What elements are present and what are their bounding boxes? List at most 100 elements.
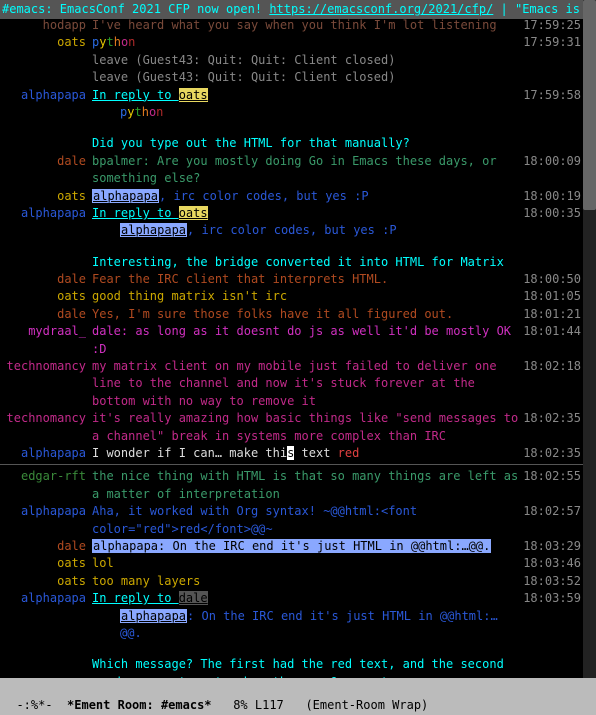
- timestamp: 17:59:58: [523, 87, 583, 104]
- nick-technomancy: technomancy: [7, 411, 86, 425]
- timestamp: 18:01:21: [523, 306, 583, 323]
- timestamp: 18:03:46: [523, 555, 583, 572]
- in-reply-to-link[interactable]: In reply to: [92, 206, 179, 220]
- nick-edgar-rft: edgar-rft: [21, 469, 86, 483]
- message-row: alphapapa Aha, it worked with Org syntax!…: [0, 503, 583, 538]
- timestamp: 18:03:52: [523, 573, 583, 590]
- nick-alphapapa: alphapapa: [21, 504, 86, 518]
- mode-line: -:%*- *Ement Room: #emacs* 8% L117 (Emen…: [0, 678, 596, 715]
- message-body: Fear the IRC client that interprets HTML…: [92, 271, 523, 288]
- nick-column: oats: [0, 188, 92, 205]
- nick-column: oats: [0, 555, 92, 572]
- nick-column: dale: [0, 538, 92, 555]
- reply-target-nick[interactable]: oats: [179, 88, 208, 102]
- nick-hodapp: hodapp: [43, 18, 86, 32]
- scrollbar-thumb[interactable]: [583, 0, 596, 210]
- topic-link[interactable]: https://emacsconf.org/2021/cfp/: [269, 2, 493, 16]
- nick-column: technomancy: [0, 358, 92, 375]
- timestamp: 18:00:35: [523, 205, 583, 222]
- nick-technomancy: technomancy: [7, 359, 86, 373]
- nick-column: hodapp: [0, 17, 92, 34]
- timestamp: 18:00:09: [523, 153, 583, 170]
- nick-column: alphapapa: [0, 590, 92, 607]
- mode-indicator: (Ement-Room Wrap): [305, 698, 428, 712]
- message-body: leave (Guest43: Quit: Quit: Client close…: [92, 69, 523, 86]
- message-row: dalebpalmer: Are you mostly doing Go in …: [0, 153, 583, 188]
- nick-oats: oats: [57, 574, 86, 588]
- nick-column: oats: [0, 288, 92, 305]
- nick-dale: dale: [57, 307, 86, 321]
- timestamp: 18:02:18: [523, 358, 583, 375]
- nick-column: alphapapa: [0, 87, 92, 104]
- message-row: daleFear the IRC client that interprets …: [0, 271, 583, 288]
- nick-alphapapa: alphapapa: [21, 591, 86, 605]
- in-reply-to-link[interactable]: In reply to: [92, 88, 179, 102]
- message-body: bpalmer: Are you mostly doing Go in Emac…: [92, 153, 523, 188]
- timestamp: 17:59:31: [523, 34, 583, 51]
- message-body: lol: [92, 555, 523, 572]
- timestamp: 18:02:57: [523, 503, 583, 520]
- message-body: Did you type out the HTML for that manua…: [92, 135, 523, 152]
- nick-mydraal_: mydraal_: [28, 324, 86, 338]
- timestamp: 18:02:55: [523, 468, 583, 485]
- message-body: too many layers: [92, 573, 523, 590]
- message-body: python: [92, 34, 523, 51]
- message-row: leave (Guest43: Quit: Quit: Client close…: [0, 69, 583, 86]
- message-row: oatsalphapapa, irc color codes, but yes …: [0, 188, 583, 205]
- message-list: hodapp I've heard what you say when you t…: [0, 17, 583, 698]
- message-body: the nice thing with HTML is that so many…: [92, 468, 523, 503]
- mention-alphapapa[interactable]: alphapapa: [92, 189, 159, 203]
- message-row: oatspython17:59:31: [0, 34, 583, 51]
- mention-alphapapa[interactable]: alphapapa: [120, 609, 187, 623]
- message-row: alphapapaIn reply to oatspython17:59:58: [0, 87, 583, 122]
- reply-target-nick[interactable]: oats: [179, 206, 208, 220]
- message-row: oats good thing matrix isn't irc18:01:05: [0, 288, 583, 305]
- message-body: I wonder if I can… make this text red: [92, 445, 523, 462]
- timestamp: 18:01:44: [523, 323, 583, 340]
- message-body: I've heard what you say when you think I…: [92, 17, 523, 34]
- timestamp: 18:02:35: [523, 410, 583, 427]
- timestamp: 17:59:25: [523, 17, 583, 34]
- message-row: alphapapaIn reply to dalealphapapa: On t…: [0, 590, 583, 642]
- message-row: mydraal_ dale: as long as it doesnt do js…: [0, 323, 583, 358]
- nick-alphapapa: alphapapa: [21, 88, 86, 102]
- nick-column: mydraal_: [0, 323, 92, 340]
- nick-column: alphapapa: [0, 205, 92, 222]
- message-body: dale: as long as it doesnt do js as well…: [92, 323, 523, 358]
- message-body: Aha, it worked with Org syntax! ~@@html:…: [92, 503, 523, 538]
- message-body: good thing matrix isn't irc: [92, 288, 523, 305]
- message-row: daleYes, I'm sure those folks have it al…: [0, 306, 583, 323]
- scrollbar-track[interactable]: [583, 0, 596, 715]
- timestamp: 18:00:19: [523, 188, 583, 205]
- message-body: In reply to dalealphapapa: On the IRC en…: [92, 590, 523, 642]
- nick-oats: oats: [57, 289, 86, 303]
- message-row: leave (Guest43: Quit: Quit: Client close…: [0, 52, 583, 69]
- timestamp: 18:01:05: [523, 288, 583, 305]
- message-row: edgar-rft the nice thing with HTML is tha…: [0, 468, 583, 503]
- message-body: alphapapa: On the IRC end it's just HTML…: [92, 538, 523, 555]
- message-body: leave (Guest43: Quit: Quit: Client close…: [92, 52, 523, 69]
- nick-column: dale: [0, 153, 92, 170]
- message-row: technomancyit's really amazing how basic…: [0, 410, 583, 445]
- message-body: In reply to oatsalphapapa, irc color cod…: [92, 205, 523, 240]
- message-row: alphapapaI wonder if I can… make this te…: [0, 445, 583, 462]
- message-row: oats too many layers18:03:52: [0, 573, 583, 590]
- nick-column: alphapapa: [0, 503, 92, 520]
- message-row: hodapp I've heard what you say when you t…: [0, 17, 583, 34]
- message-body: alphapapa, irc color codes, but yes :P: [92, 188, 523, 205]
- mention-alphapapa[interactable]: alphapapa: [120, 223, 187, 237]
- nick-column: alphapapa: [0, 445, 92, 462]
- timestamp: 18:02:35: [523, 445, 583, 462]
- channel-name: #emacs: [2, 2, 45, 16]
- buffer-name: *Ement Room: #emacs*: [67, 698, 212, 712]
- in-reply-to-link[interactable]: In reply to: [92, 591, 179, 605]
- reply-target-nick[interactable]: dale: [179, 591, 208, 605]
- message-row: Did you type out the HTML for that manua…: [0, 135, 583, 152]
- timestamp: 18:00:50: [523, 271, 583, 288]
- nick-column: dale: [0, 271, 92, 288]
- nick-alphapapa: alphapapa: [21, 206, 86, 220]
- message-row: Interesting, the bridge converted it int…: [0, 254, 583, 271]
- nick-column: dale: [0, 306, 92, 323]
- timestamp: 18:03:59: [523, 590, 583, 607]
- message-row: oatslol18:03:46: [0, 555, 583, 572]
